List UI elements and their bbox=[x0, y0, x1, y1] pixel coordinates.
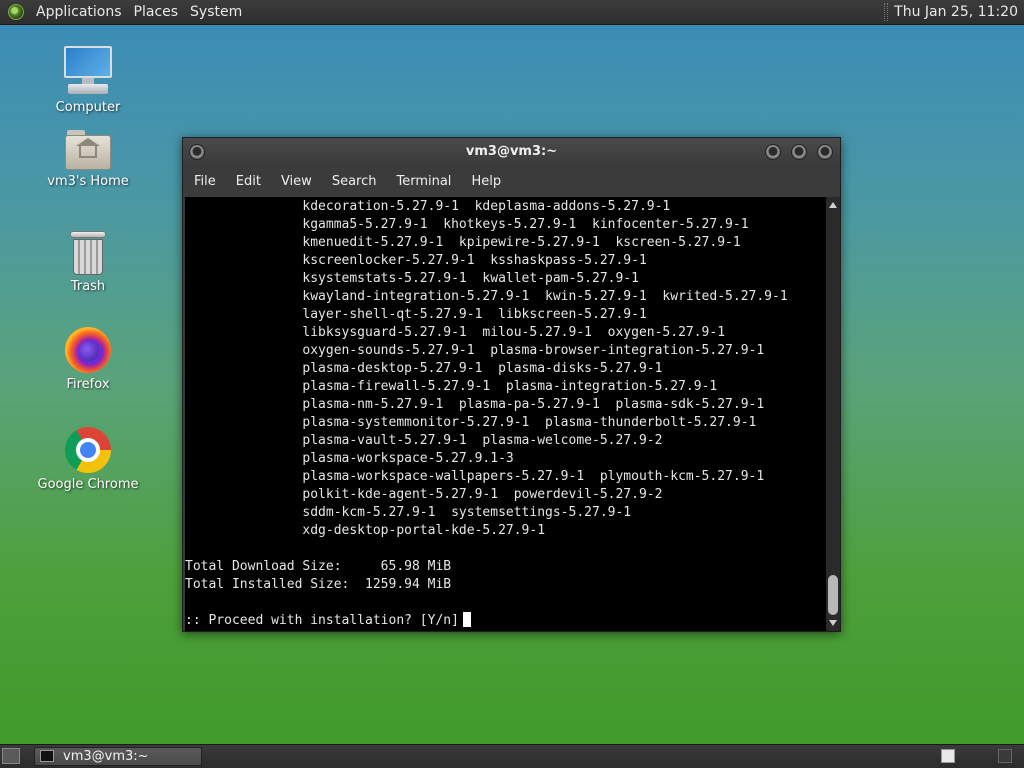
terminal-line: sddm-kcm-5.27.9-1 systemsettings-5.27.9-… bbox=[185, 505, 632, 520]
menu-file[interactable]: File bbox=[183, 166, 226, 197]
terminal-scrollbar[interactable] bbox=[826, 197, 840, 631]
bottom-panel: vm3@vm3:~ bbox=[0, 744, 1024, 768]
terminal-prompt-line[interactable]: :: Proceed with installation? [Y/n] bbox=[185, 612, 826, 630]
terminal-cursor bbox=[462, 612, 471, 627]
window-titlebar[interactable]: vm3@vm3:~ bbox=[183, 138, 840, 166]
menu-view[interactable]: View bbox=[271, 166, 322, 197]
taskbar-item-label: vm3@vm3:~ bbox=[63, 749, 149, 764]
scroll-down-arrow-icon[interactable] bbox=[829, 620, 837, 626]
window-title: vm3@vm3:~ bbox=[465, 144, 558, 159]
chrome-icon bbox=[65, 427, 111, 473]
desktop-icon-label: Computer bbox=[55, 100, 121, 115]
terminal-prompt: :: Proceed with installation? [Y/n] bbox=[185, 613, 459, 628]
terminal-line: plasma-desktop-5.27.9-1 plasma-disks-5.2… bbox=[185, 361, 663, 376]
terminal-window: vm3@vm3:~ File Edit View Search Terminal… bbox=[182, 137, 841, 632]
terminal-line: Total Installed Size: 1259.94 MiB bbox=[185, 577, 452, 592]
scrollbar-thumb[interactable] bbox=[828, 575, 838, 615]
top-panel: Applications Places System Thu Jan 25, 1… bbox=[0, 0, 1024, 25]
terminal-line: kdecoration-5.27.9-1 kdeplasma-addons-5.… bbox=[185, 199, 671, 214]
terminal-line: kwayland-integration-5.27.9-1 kwin-5.27.… bbox=[185, 289, 788, 304]
terminal-line: kgamma5-5.27.9-1 khotkeys-5.27.9-1 kinfo… bbox=[185, 217, 749, 232]
menu-terminal[interactable]: Terminal bbox=[386, 166, 461, 197]
terminal-line: plasma-firewall-5.27.9-1 plasma-integrat… bbox=[185, 379, 718, 394]
terminal-line: kmenuedit-5.27.9-1 kpipewire-5.27.9-1 ks… bbox=[185, 235, 741, 250]
close-button[interactable] bbox=[817, 144, 833, 160]
desktop-icon-label: vm3's Home bbox=[47, 174, 129, 189]
terminal-line: polkit-kde-agent-5.27.9-1 powerdevil-5.2… bbox=[185, 487, 663, 502]
firefox-icon bbox=[65, 327, 111, 373]
terminal-line: ksystemstats-5.27.9-1 kwallet-pam-5.27.9… bbox=[185, 271, 639, 286]
desktop-icon-firefox[interactable]: Firefox bbox=[28, 327, 148, 392]
terminal-line: xdg-desktop-portal-kde-5.27.9-1 bbox=[185, 523, 546, 538]
terminal-line: Total Download Size: 65.98 MiB bbox=[185, 559, 452, 574]
trash-icon bbox=[70, 231, 106, 275]
minimize-button[interactable] bbox=[765, 144, 781, 160]
taskbar-item-terminal[interactable]: vm3@vm3:~ bbox=[34, 747, 202, 766]
terminal-line: plasma-systemmonitor-5.27.9-1 plasma-thu… bbox=[185, 415, 757, 430]
home-folder-icon bbox=[65, 130, 111, 170]
terminal-line: plasma-nm-5.27.9-1 plasma-pa-5.27.9-1 pl… bbox=[185, 397, 765, 412]
workspace-2-button[interactable] bbox=[998, 749, 1012, 763]
desktop-icon-trash[interactable]: Trash bbox=[28, 231, 148, 294]
menu-edit[interactable]: Edit bbox=[226, 166, 271, 197]
menu-help[interactable]: Help bbox=[461, 166, 511, 197]
desktop-icon-chrome[interactable]: Google Chrome bbox=[28, 427, 148, 492]
applications-menu[interactable]: Applications bbox=[30, 0, 128, 25]
menu-search[interactable]: Search bbox=[322, 166, 387, 197]
system-menu[interactable]: System bbox=[184, 0, 248, 25]
terminal-line: plasma-workspace-5.27.9.1-3 bbox=[185, 451, 514, 466]
workspace-1-button[interactable] bbox=[941, 749, 955, 763]
terminal-output[interactable]: kdecoration-5.27.9-1 kdeplasma-addons-5.… bbox=[185, 197, 826, 631]
terminal-icon bbox=[40, 750, 54, 762]
terminal-line: layer-shell-qt-5.27.9-1 libkscreen-5.27.… bbox=[185, 307, 647, 322]
desktop-icon-home[interactable]: vm3's Home bbox=[28, 130, 148, 189]
terminal-line: plasma-workspace-wallpapers-5.27.9-1 ply… bbox=[185, 469, 765, 484]
terminal-line: kscreenlocker-5.27.9-1 ksshaskpass-5.27.… bbox=[185, 253, 647, 268]
desktop-icon-label: Google Chrome bbox=[37, 477, 139, 492]
terminal-line: plasma-vault-5.27.9-1 plasma-welcome-5.2… bbox=[185, 433, 663, 448]
places-menu[interactable]: Places bbox=[128, 0, 185, 25]
terminal-line: oxygen-sounds-5.27.9-1 plasma-browser-in… bbox=[185, 343, 765, 358]
distro-logo-icon[interactable] bbox=[8, 4, 24, 20]
window-menubar: File Edit View Search Terminal Help bbox=[183, 166, 840, 197]
scroll-up-arrow-icon[interactable] bbox=[829, 202, 837, 208]
desktop-icon-computer[interactable]: Computer bbox=[28, 46, 148, 115]
desktop-icon-label: Trash bbox=[70, 279, 106, 294]
maximize-button[interactable] bbox=[791, 144, 807, 160]
terminal-line: libksysguard-5.27.9-1 milou-5.27.9-1 oxy… bbox=[185, 325, 726, 340]
computer-icon bbox=[64, 46, 112, 96]
show-desktop-icon[interactable] bbox=[2, 748, 20, 764]
clock[interactable]: Thu Jan 25, 11:20 bbox=[894, 4, 1024, 20]
desktop-icon-label: Firefox bbox=[66, 377, 110, 392]
panel-separator bbox=[884, 3, 889, 21]
